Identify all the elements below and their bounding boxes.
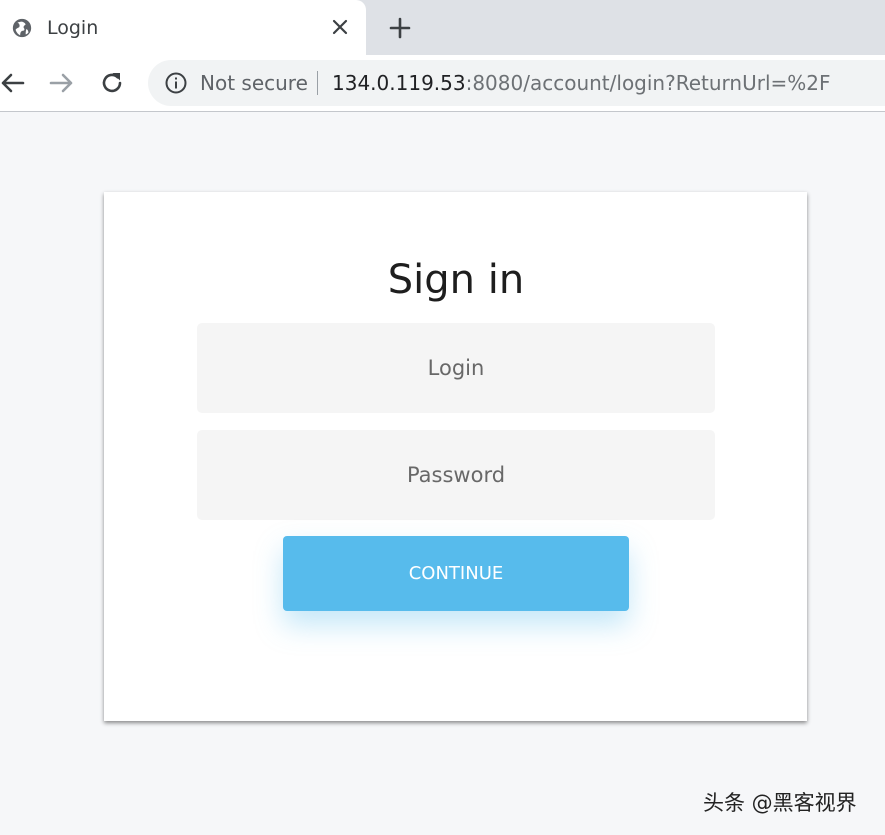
- url-host: 134.0.119.53: [332, 71, 466, 95]
- page-title: Sign in: [387, 257, 525, 303]
- arrow-right-icon[interactable]: [47, 68, 77, 98]
- new-tab-icon[interactable]: [387, 15, 413, 41]
- info-icon[interactable]: [164, 71, 188, 95]
- security-label[interactable]: Not secure: [200, 71, 308, 95]
- arrow-left-icon[interactable]: [0, 68, 27, 98]
- address-divider: [317, 71, 318, 95]
- close-icon[interactable]: [329, 16, 351, 38]
- url-path: :8080/account/login?ReturnUrl=%2F: [465, 71, 831, 95]
- globe-icon: [12, 18, 32, 38]
- browser-toolbar: Not secure 134.0.119.53:8080/account/log…: [0, 55, 885, 112]
- tab-title: Login: [47, 17, 99, 39]
- reload-icon[interactable]: [97, 68, 127, 98]
- continue-button[interactable]: CONTINUE: [283, 536, 629, 611]
- url-text[interactable]: 134.0.119.53:8080/account/login?ReturnUr…: [332, 71, 831, 95]
- address-bar[interactable]: Not secure 134.0.119.53:8080/account/log…: [148, 60, 885, 106]
- browser-tab[interactable]: Login: [0, 0, 366, 55]
- tab-strip: Login: [0, 0, 885, 55]
- password-input[interactable]: [197, 430, 715, 520]
- watermark: 头条 @黑客视界: [703, 791, 857, 815]
- login-input[interactable]: [197, 323, 715, 413]
